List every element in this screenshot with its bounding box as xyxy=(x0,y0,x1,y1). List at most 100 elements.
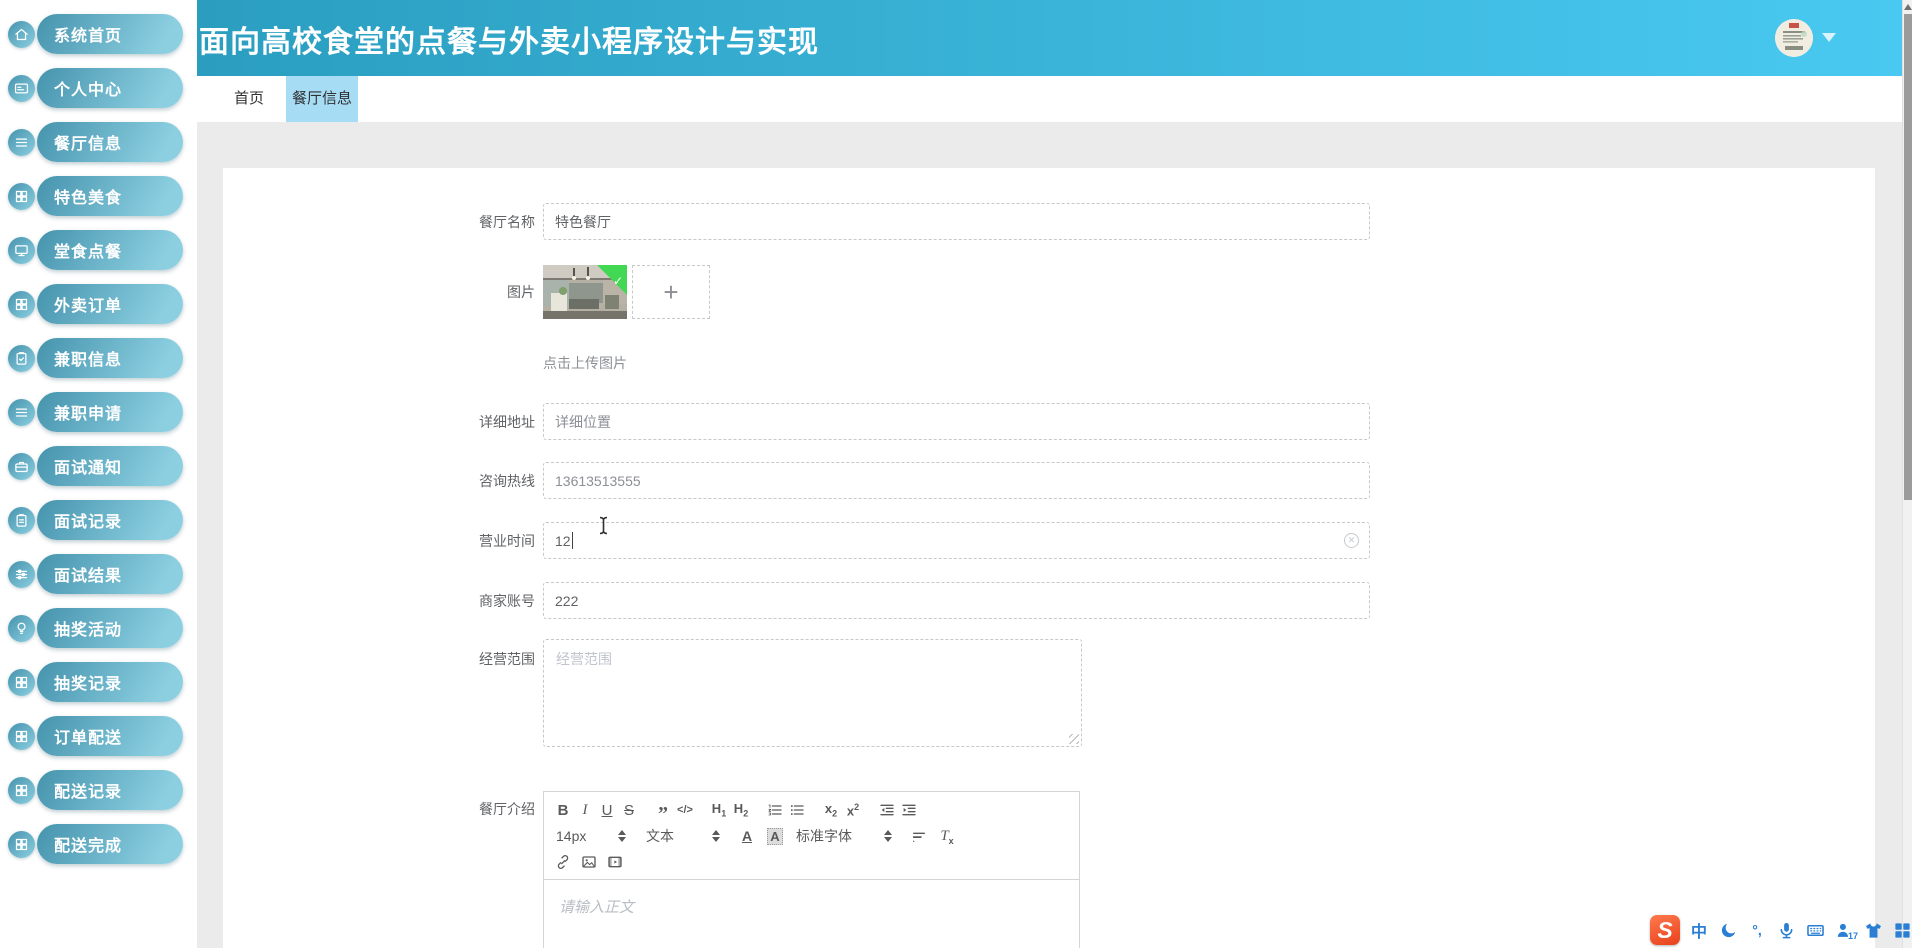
ime-shirt-icon[interactable] xyxy=(1863,919,1883,941)
form-card: 餐厅名称 特色餐厅 图片 ✓ + 点击上传图片 详细地址 详细位置 咨询热线 1… xyxy=(223,168,1875,948)
uploaded-image-thumbnail[interactable]: ✓ xyxy=(543,265,627,319)
sidebar: 系统首页个人中心餐厅信息特色美食堂食点餐外卖订单兼职信息兼职申请面试通知面试记录… xyxy=(0,0,197,948)
updown-caret-icon xyxy=(712,830,720,842)
editor-format-select[interactable]: 文本 xyxy=(642,826,724,846)
editor-h2-button[interactable]: H2 xyxy=(730,798,752,822)
editor-content-area[interactable]: 请输入正文 xyxy=(544,880,1079,948)
updown-caret-icon xyxy=(884,830,892,842)
ime-punct-icon[interactable]: °, xyxy=(1747,919,1767,941)
check-icon: ✓ xyxy=(612,274,623,288)
editor-ul-button[interactable] xyxy=(786,798,808,822)
sidebar-item-11[interactable]: 面试结果 xyxy=(0,554,197,594)
sidebar-item-label: 配送完成 xyxy=(37,824,183,864)
monitor-icon xyxy=(8,236,35,264)
editor-strike-button[interactable]: S xyxy=(618,798,640,822)
editor-bgcolor-button[interactable]: A xyxy=(764,824,786,848)
editor-h1-button[interactable]: H1 xyxy=(708,798,730,822)
editor-image-button[interactable] xyxy=(578,850,600,874)
scrollbar-up-arrow[interactable] xyxy=(1904,4,1912,10)
ime-keyboard-icon[interactable] xyxy=(1805,919,1825,941)
clear-input-icon[interactable]: ✕ xyxy=(1344,533,1359,548)
sidebar-item-label: 堂食点餐 xyxy=(37,230,183,270)
merchant-account-input[interactable]: 222 xyxy=(543,582,1370,619)
editor-clearformat-button[interactable]: Tx xyxy=(936,824,958,848)
scrollbar xyxy=(1902,0,1912,948)
sidebar-item-label: 系统首页 xyxy=(37,14,183,54)
editor-quote-button[interactable]: ” xyxy=(652,798,674,824)
ime-moon-icon[interactable] xyxy=(1718,919,1738,941)
editor-bold-button[interactable]: B xyxy=(552,798,574,822)
tab-bar: 首页 餐厅信息 xyxy=(197,76,1902,122)
image-label: 图片 xyxy=(507,284,535,300)
editor-code-button[interactable]: </> xyxy=(674,798,696,822)
sidebar-item-label: 配送记录 xyxy=(37,770,183,810)
sidebar-item-2[interactable]: 个人中心 xyxy=(0,68,197,108)
text-caret xyxy=(571,532,573,549)
tab-restaurant-info[interactable]: 餐厅信息 xyxy=(286,76,358,122)
sidebar-item-label: 特色美食 xyxy=(37,176,183,216)
ime-zh-icon[interactable]: 中 xyxy=(1689,919,1709,941)
editor-ol-button[interactable] xyxy=(764,798,786,822)
merchant-account-label: 商家账号 xyxy=(479,592,535,609)
sidebar-item-1[interactable]: 系统首页 xyxy=(0,14,197,54)
ime-mic-icon[interactable] xyxy=(1776,919,1796,941)
grid-icon xyxy=(8,182,35,210)
ime-person-icon[interactable]: 17 xyxy=(1834,919,1858,941)
editor-superscript-button[interactable]: x2 xyxy=(842,798,864,822)
sidebar-item-12[interactable]: 抽奖活动 xyxy=(0,608,197,648)
grid-icon xyxy=(8,830,35,858)
sidebar-item-9[interactable]: 面试通知 xyxy=(0,446,197,486)
sidebar-item-16[interactable]: 配送完成 xyxy=(0,824,197,864)
upload-image-button[interactable]: + xyxy=(632,265,710,319)
sogou-logo[interactable]: S xyxy=(1650,915,1680,945)
editor-placeholder: 请输入正文 xyxy=(559,899,635,916)
tab-home[interactable]: 首页 xyxy=(219,76,279,122)
scrollbar-thumb[interactable] xyxy=(1904,14,1912,500)
ime-grid-icon[interactable] xyxy=(1892,919,1912,941)
sidebar-item-label: 面试结果 xyxy=(37,554,183,594)
hotline-input[interactable]: 13613513555 xyxy=(543,462,1370,499)
sidebar-item-14[interactable]: 订单配送 xyxy=(0,716,197,756)
sidebar-item-13[interactable]: 抽奖记录 xyxy=(0,662,197,702)
sidebar-item-5[interactable]: 堂食点餐 xyxy=(0,230,197,270)
plus-icon: + xyxy=(663,276,679,307)
editor-align-button[interactable] xyxy=(908,824,930,848)
sidebar-item-4[interactable]: 特色美食 xyxy=(0,176,197,216)
editor-link-button[interactable] xyxy=(552,850,574,874)
restaurant-name-label: 餐厅名称 xyxy=(479,213,535,230)
editor-subscript-button[interactable]: x2 xyxy=(820,798,842,822)
sidebar-item-label: 个人中心 xyxy=(37,68,183,108)
business-hours-input[interactable]: 12 xyxy=(543,522,1370,559)
editor-underline-button[interactable]: U xyxy=(596,798,618,822)
grid-icon xyxy=(8,668,35,696)
sidebar-item-label: 抽奖活动 xyxy=(37,608,183,648)
editor-video-button[interactable] xyxy=(604,850,626,874)
grid-icon xyxy=(8,776,35,804)
sidebar-item-7[interactable]: 兼职信息 xyxy=(0,338,197,378)
editor-outdent-button[interactable] xyxy=(876,798,898,822)
sidebar-item-6[interactable]: 外卖订单 xyxy=(0,284,197,324)
editor-fontcolor-button[interactable]: A xyxy=(736,824,758,848)
editor-indent-button[interactable] xyxy=(898,798,920,822)
sidebar-item-3[interactable]: 餐厅信息 xyxy=(0,122,197,162)
business-scope-textarea[interactable]: 经营范围 xyxy=(543,639,1082,747)
sidebar-item-15[interactable]: 配送记录 xyxy=(0,770,197,810)
sidebar-item-label: 餐厅信息 xyxy=(37,122,183,162)
ibeam-cursor xyxy=(597,516,610,540)
ime-toolbar: S 中 °, 17 xyxy=(1650,914,1912,946)
header: 面向高校食堂的点餐与外卖小程序设计与实现 xyxy=(197,0,1902,76)
avatar[interactable] xyxy=(1775,19,1813,57)
resize-grip[interactable] xyxy=(1069,734,1079,744)
sidebar-item-8[interactable]: 兼职申请 xyxy=(0,392,197,432)
editor-font-size-select[interactable]: 14px xyxy=(552,828,630,844)
address-input[interactable]: 详细位置 xyxy=(543,403,1370,440)
main-content: 餐厅名称 特色餐厅 图片 ✓ + 点击上传图片 详细地址 详细位置 咨询热线 1… xyxy=(197,122,1902,948)
restaurant-name-input[interactable]: 特色餐厅 xyxy=(543,203,1370,240)
avatar-dropdown-caret-icon[interactable] xyxy=(1822,33,1836,42)
home-icon xyxy=(8,20,35,48)
editor-italic-button[interactable]: I xyxy=(574,798,596,822)
sidebar-item-10[interactable]: 面试记录 xyxy=(0,500,197,540)
avatar-image xyxy=(1775,19,1813,57)
sliders-icon xyxy=(8,560,35,588)
editor-font-family-select[interactable]: 标准字体 xyxy=(792,826,896,846)
